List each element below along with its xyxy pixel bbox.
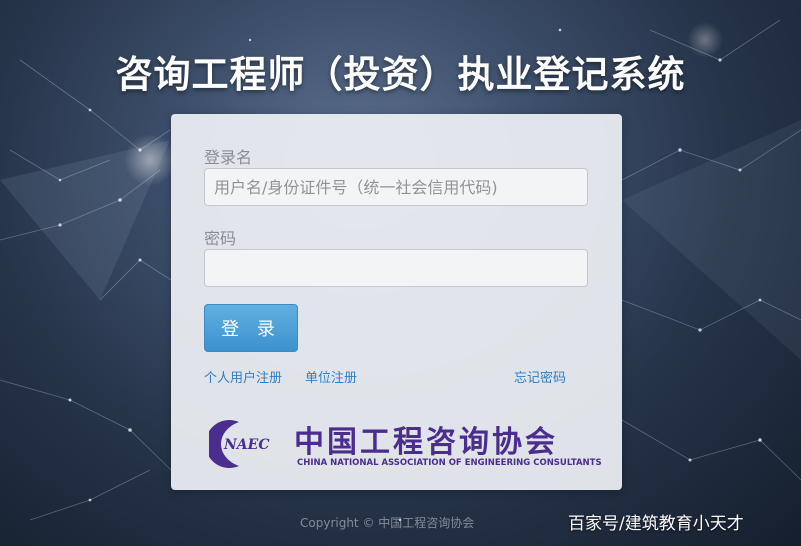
unit-register-link[interactable]: 单位注册	[305, 367, 357, 386]
login-panel: 登录名 密码 登 录 个人用户注册 单位注册 忘记密码 NAEC 中国工程咨询协…	[171, 114, 622, 490]
username-label: 登录名	[204, 148, 253, 167]
naec-emblem-icon: NAEC	[209, 420, 269, 468]
logo-name-cn: 中国工程咨询协会	[294, 425, 558, 460]
logo-name-en: CHINA NATIONAL ASSOCIATION OF ENGINEERIN…	[297, 458, 602, 468]
login-page: 咨询工程师（投资）执业登记系统 登录名 密码 登 录 个人用户注册 单位注册 忘…	[0, 0, 801, 546]
copyright-text: Copyright © 中国工程咨询协会	[300, 516, 475, 530]
page-title: 咨询工程师（投资）执业登记系统	[115, 53, 686, 96]
forgot-password-link[interactable]: 忘记密码	[514, 367, 566, 386]
username-input[interactable]	[204, 168, 588, 206]
password-input[interactable]	[204, 249, 588, 287]
watermark-text: 百家号/建筑教育小天才	[568, 514, 744, 534]
login-button[interactable]: 登 录	[204, 304, 298, 352]
naec-mark-text: NAEC	[223, 437, 269, 453]
personal-register-link[interactable]: 个人用户注册	[204, 367, 282, 386]
naec-logo: NAEC 中国工程咨询协会 CHINA NATIONAL ASSOCIATION…	[209, 414, 602, 474]
password-label: 密码	[204, 229, 237, 248]
